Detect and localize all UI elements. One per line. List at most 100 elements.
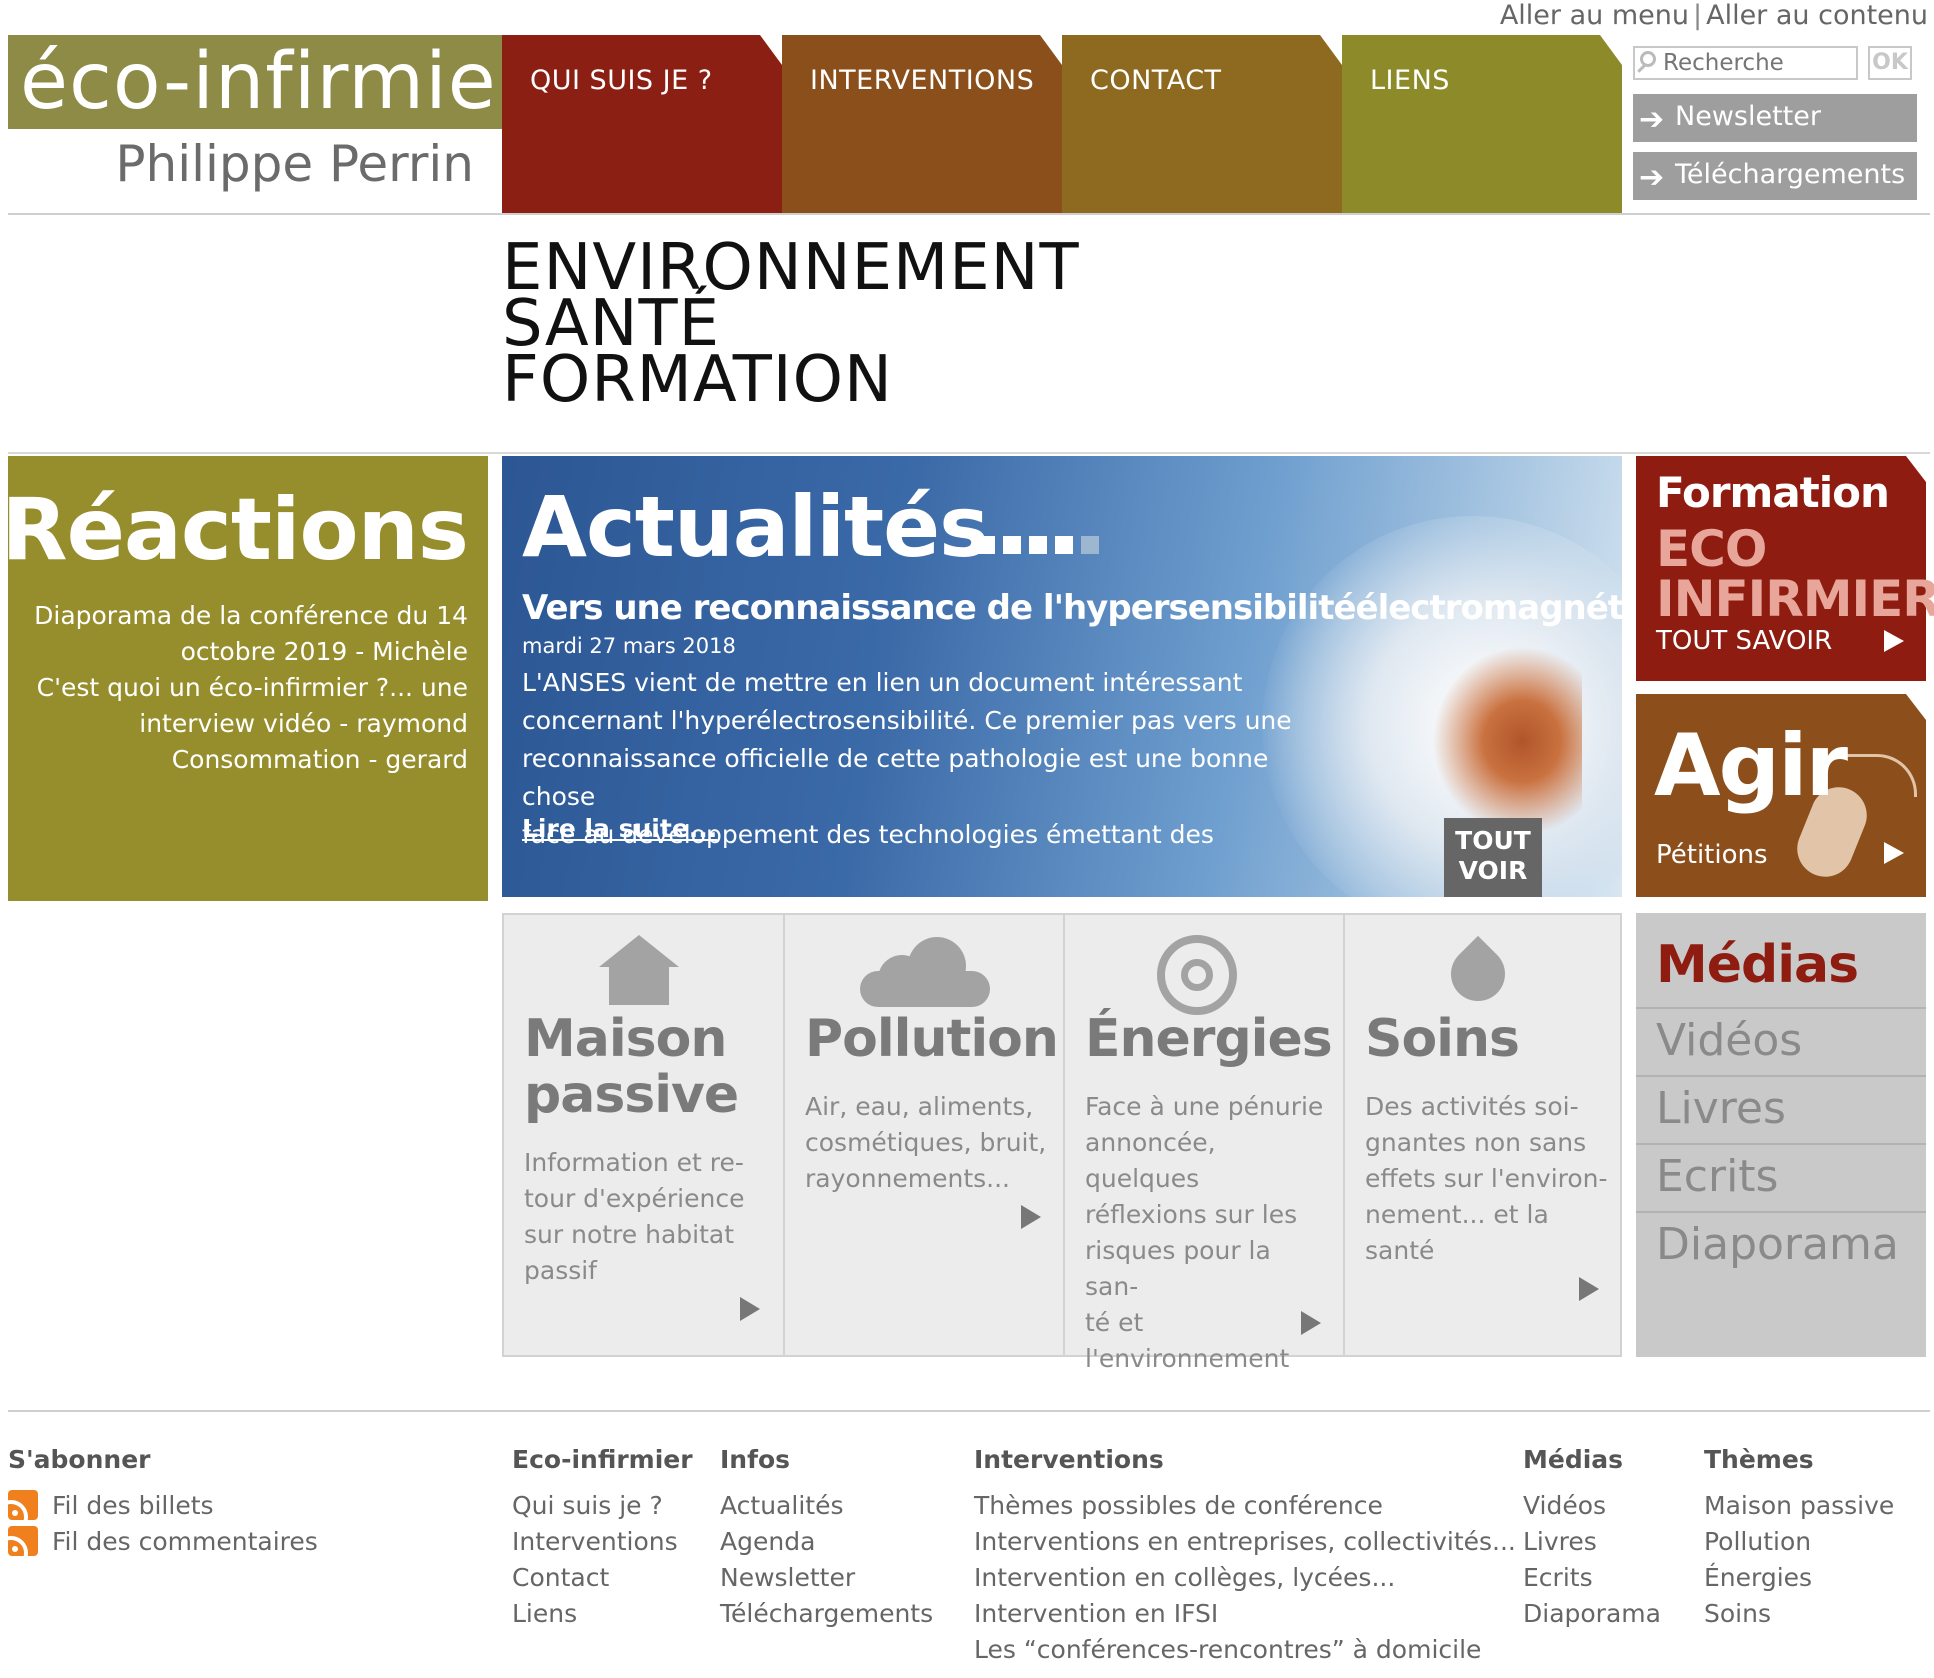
footer-link[interactable]: Interventions en entreprises, collectivi… (974, 1524, 1516, 1560)
footer-link[interactable]: Livres (1523, 1524, 1661, 1560)
footer-link[interactable]: Énergies (1704, 1560, 1894, 1596)
footer-link[interactable]: Les “conférences-rencontres” à domicile (974, 1632, 1516, 1668)
theme-description-line: Des activités soi- (1365, 1092, 1579, 1121)
panel-corner (1906, 456, 1926, 482)
footer-link[interactable]: Interventions (512, 1524, 693, 1560)
nav-tab-label: INTERVENTIONS (810, 65, 1035, 96)
play-arrow-icon (1884, 842, 1904, 864)
footer-link-label: Fil des commentaires (52, 1527, 318, 1556)
reaction-item[interactable]: C'est quoi un éco-infirmier ?... une (18, 670, 468, 706)
downloads-button[interactable]: ➔ Téléchargements (1633, 152, 1917, 200)
footer-link[interactable]: Contact (512, 1560, 693, 1596)
footer-link[interactable]: Ecrits (1523, 1560, 1661, 1596)
pager-dot[interactable] (1029, 536, 1047, 554)
footer-divider (8, 1410, 1930, 1412)
read-more-link[interactable]: Lire la suite... (522, 814, 717, 843)
pager-dot[interactable] (1003, 536, 1021, 554)
theme-description: Air, eau, aliments, cosmétiques, bruit, … (805, 1089, 1050, 1197)
theme-card-soins[interactable]: Soins Des activités soi- gnantes non san… (1343, 913, 1622, 1357)
theme-description-line: rayonnements... (805, 1164, 1011, 1193)
footer-link[interactable]: Vidéos (1523, 1488, 1661, 1524)
reaction-item[interactable]: octobre 2019 - Michèle (18, 634, 468, 670)
pager-dot[interactable] (977, 536, 995, 554)
theme-title: Énergies (1085, 1011, 1333, 1067)
footer-link[interactable]: Téléchargements (720, 1596, 933, 1632)
pager-dot[interactable] (1055, 536, 1073, 554)
formation-link[interactable]: TOUT SAVOIR (1656, 626, 1832, 656)
house-icon (599, 935, 679, 1005)
theme-card-energies[interactable]: Énergies Face à une pénurie annoncée, qu… (1063, 913, 1345, 1373)
footer-link[interactable]: Liens (512, 1596, 693, 1632)
skip-to-menu-link[interactable]: Aller au menu (1500, 0, 1689, 31)
theme-description-line: Information et re- (524, 1148, 744, 1177)
footer-link[interactable]: Diaporama (1523, 1596, 1661, 1632)
medias-item-ecrits[interactable]: Ecrits (1636, 1143, 1926, 1211)
theme-description-line: cosmétiques, bruit, (805, 1128, 1047, 1157)
medias-item-videos[interactable]: Vidéos (1636, 1007, 1926, 1075)
footer-link-rss-comments[interactable]: Fil des commentaires (8, 1524, 318, 1560)
rss-icon (8, 1526, 38, 1556)
theme-description: Information et re- tour d'expérience sur… (524, 1145, 769, 1289)
cloud-icon (860, 937, 990, 1007)
search-box (1633, 46, 1858, 80)
skip-links: Aller au menu | Aller au contenu (1500, 0, 1928, 31)
nav-tab-qui-suis-je[interactable]: QUI SUIS JE ? (502, 35, 782, 213)
tab-corner (1320, 35, 1342, 65)
footer-link[interactable]: Actualités (720, 1488, 933, 1524)
nav-tab-label: CONTACT (1090, 65, 1222, 96)
rss-icon (8, 1490, 38, 1520)
footer-link[interactable]: Intervention en collèges, lycées... (974, 1560, 1516, 1596)
cloud-puff (908, 937, 966, 995)
skip-to-content-link[interactable]: Aller au contenu (1706, 0, 1928, 31)
formation-title: Formation (1656, 468, 1890, 517)
footer-col-subscribe: S'abonner Fil des billets Fil des commen… (8, 1445, 318, 1560)
drop-icon (1439, 935, 1517, 1013)
pager-dot[interactable] (1081, 536, 1099, 554)
site-logo[interactable]: éco-infirmier (20, 35, 530, 129)
footer-link[interactable]: Maison passive (1704, 1488, 1894, 1524)
medias-item-diaporama[interactable]: Diaporama (1636, 1211, 1926, 1279)
agir-panel[interactable]: Agir Pétitions (1636, 694, 1926, 897)
reaction-item[interactable]: interview vidéo - raymond (18, 706, 468, 742)
footer-link[interactable]: Newsletter (720, 1560, 933, 1596)
news-excerpt-line: L'ANSES vient de mettre en lien un docum… (522, 668, 1243, 697)
theme-card-pollution[interactable]: Pollution Air, eau, aliments, cosmétique… (783, 913, 1065, 1357)
target-icon (1157, 935, 1237, 1015)
medias-item-livres[interactable]: Livres (1636, 1075, 1926, 1143)
footer-link[interactable]: Agenda (720, 1524, 933, 1560)
nav-tab-liens[interactable]: LIENS (1342, 35, 1622, 213)
play-arrow-icon (1021, 1205, 1041, 1229)
footer-link[interactable]: Pollution (1704, 1524, 1894, 1560)
theme-card-maison-passive[interactable]: Maison passive Information et re- tour d… (502, 913, 785, 1357)
news-headline[interactable]: Vers une reconnaissance de l'hypersensib… (522, 588, 1622, 628)
nav-tab-label: QUI SUIS JE ? (530, 65, 713, 96)
footer-link[interactable]: Soins (1704, 1596, 1894, 1632)
see-all-news-button[interactable]: TOUT VOIR (1444, 818, 1542, 897)
see-all-label: TOUT (1455, 826, 1531, 855)
search-ok-button[interactable]: OK (1868, 46, 1912, 80)
footer-link[interactable]: Qui suis je ? (512, 1488, 693, 1524)
theme-description-line: effets sur l'environ- (1365, 1164, 1608, 1193)
footer-link-rss-posts[interactable]: Fil des billets (8, 1488, 318, 1524)
reaction-item[interactable]: Diaporama de la conférence du 14 (18, 598, 468, 634)
dandelion-seed-image (1432, 646, 1582, 836)
nav-tab-interventions[interactable]: INTERVENTIONS (782, 35, 1062, 213)
play-arrow-icon (1301, 1311, 1321, 1335)
theme-title: Pollution (805, 1011, 1059, 1067)
news-pager (977, 536, 1107, 558)
news-excerpt-line: concernant l'hyperélectrosensibilité. Ce… (522, 706, 1292, 735)
nav-tab-contact[interactable]: CONTACT (1062, 35, 1342, 213)
formation-panel[interactable]: Formation ECO INFIRMIER TOUT SAVOIR (1636, 456, 1934, 681)
petitions-link[interactable]: Pétitions (1656, 840, 1768, 870)
theme-description-line: té et (1085, 1308, 1144, 1337)
skip-links-separator: | (1692, 0, 1703, 31)
search-input[interactable] (1663, 48, 1853, 78)
arrow-right-icon: ➔ (1639, 160, 1665, 195)
footer-link[interactable]: Thèmes possibles de conférence (974, 1488, 1516, 1524)
theme-description-line: l'environnement (1085, 1344, 1290, 1373)
footer-col-title: Infos (720, 1445, 791, 1474)
footer-link[interactable]: Intervention en IFSI (974, 1596, 1516, 1632)
theme-description-line: risques pour la san- (1085, 1236, 1271, 1301)
newsletter-button[interactable]: ➔ Newsletter (1633, 94, 1917, 142)
reaction-item[interactable]: Consommation - gerard (18, 742, 468, 778)
